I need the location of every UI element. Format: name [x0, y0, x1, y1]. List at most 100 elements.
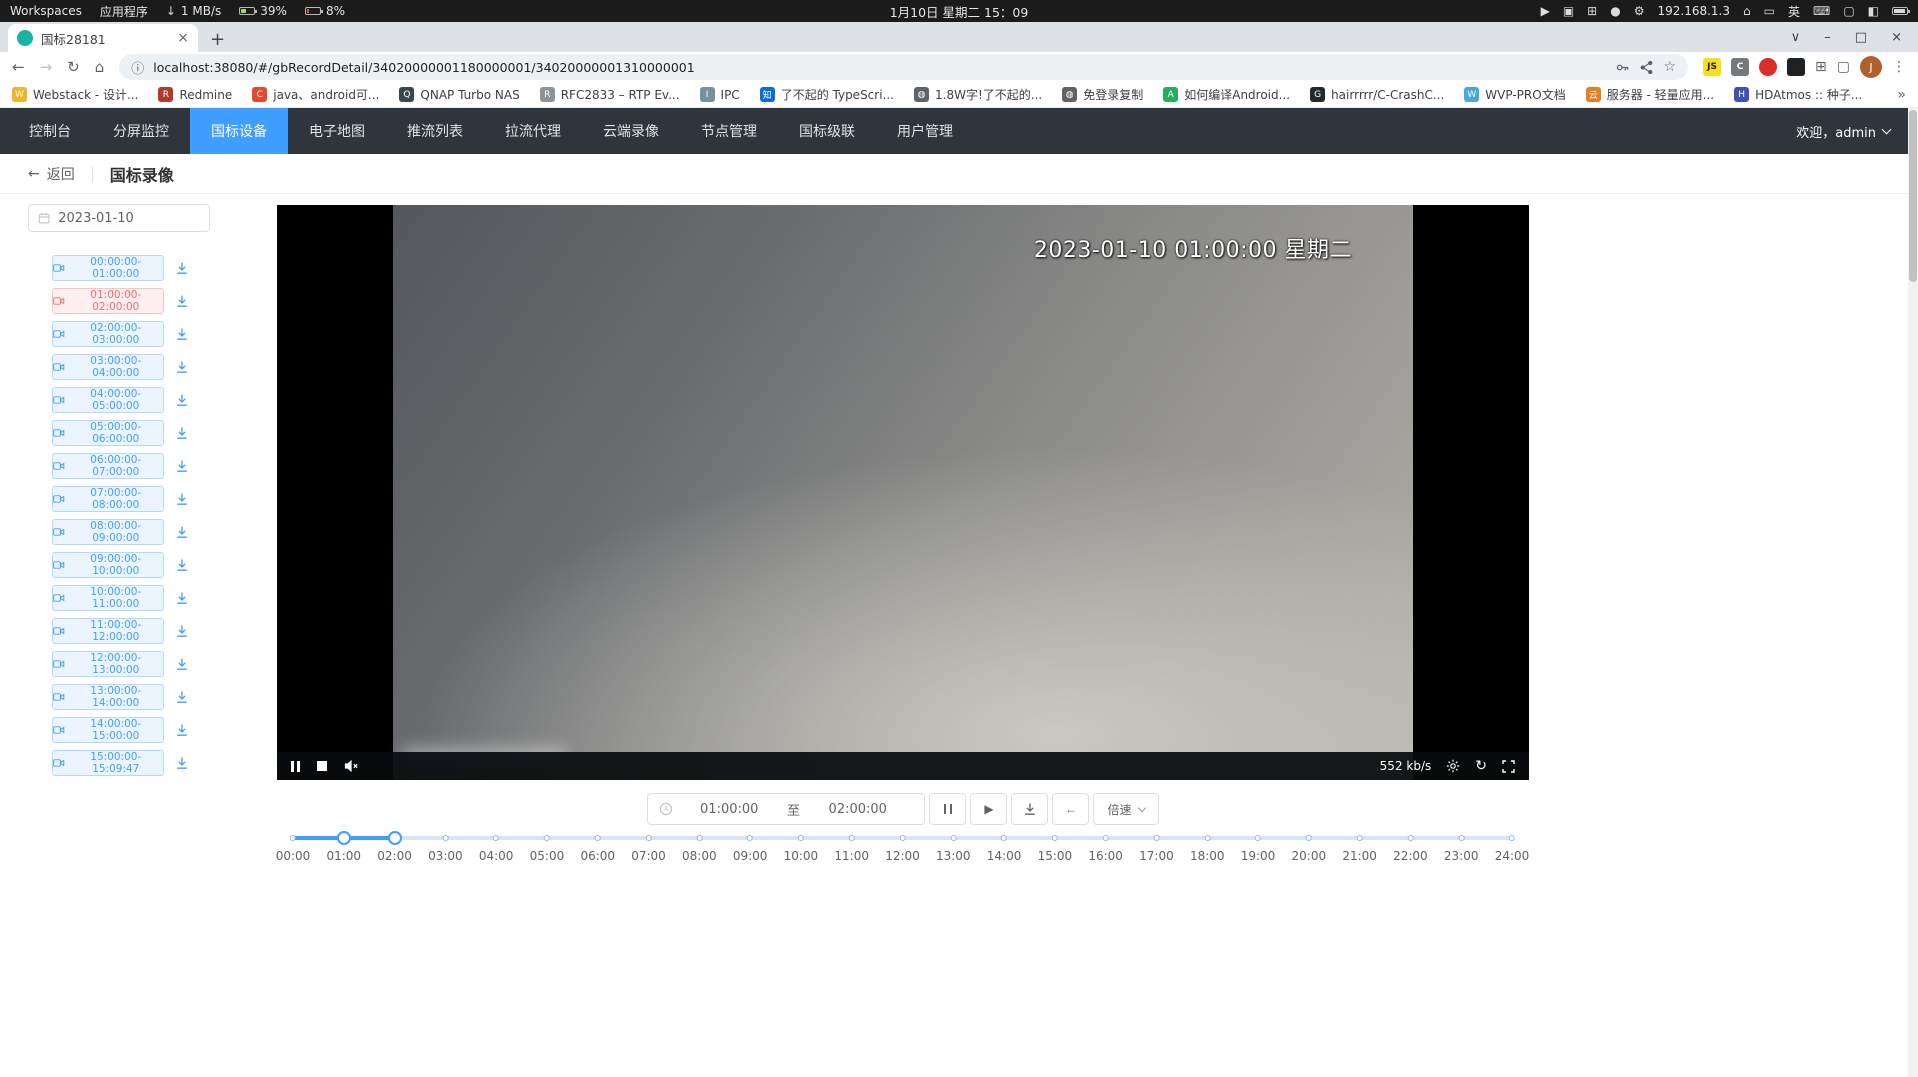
extensions-puzzle-icon[interactable]: ⊞: [1815, 59, 1827, 75]
bookmark-item[interactable]: ◍ 免登录复制: [1062, 86, 1143, 103]
extension-dark-icon[interactable]: [1787, 58, 1805, 76]
record-segment-button[interactable]: 02:00:00-03:00:00: [52, 321, 164, 347]
system-battery-icon[interactable]: [1892, 7, 1908, 15]
share-icon[interactable]: [1639, 60, 1654, 75]
timeline-tick[interactable]: 23:00: [1444, 830, 1479, 863]
record-segment-button[interactable]: 09:00:00-10:00:00: [52, 552, 164, 578]
nav-menu-item[interactable]: 用户管理: [876, 108, 974, 154]
timeline-tick[interactable]: 13:00: [936, 830, 971, 863]
timeline-tick[interactable]: 09:00: [733, 830, 768, 863]
player-pause-icon[interactable]: [291, 761, 300, 772]
timeline-tick[interactable]: 17:00: [1139, 830, 1174, 863]
segment-download-icon[interactable]: [175, 261, 189, 275]
browser-forward-button[interactable]: →: [40, 60, 53, 75]
player-refresh-icon[interactable]: ↻: [1475, 759, 1487, 773]
timeline-dot[interactable]: [493, 835, 499, 841]
bookmark-item[interactable]: Q QNAP Turbo NAS: [399, 87, 519, 102]
player-fullscreen-icon[interactable]: [1502, 760, 1515, 773]
play-button[interactable]: ▶: [970, 793, 1007, 825]
browser-back-button[interactable]: ←: [12, 60, 25, 75]
clipboard-tray-icon[interactable]: ⊞: [1587, 4, 1597, 18]
bookmark-item[interactable]: R Redmine: [158, 87, 232, 102]
timeline-dot[interactable]: [849, 835, 855, 841]
ip-address-indicator[interactable]: 192.168.1.3: [1657, 4, 1730, 18]
timeline-tick[interactable]: 04:00: [479, 830, 514, 863]
tools-tray-icon[interactable]: ⚙: [1634, 4, 1645, 18]
timeline-tick[interactable]: 21:00: [1342, 830, 1377, 863]
url-text[interactable]: localhost:38080/#/gbRecordDetail/3402000…: [153, 60, 1606, 75]
display-tray-icon[interactable]: ▢: [1843, 4, 1854, 18]
pause-button[interactable]: [929, 793, 966, 825]
input-language-indicator[interactable]: 英: [1788, 3, 1800, 20]
bookmark-item[interactable]: I IPC: [700, 87, 740, 102]
bookmark-item[interactable]: A 如何编译Android...: [1163, 86, 1290, 103]
timeline-tick[interactable]: 18:00: [1190, 830, 1225, 863]
profile-avatar[interactable]: J: [1860, 56, 1882, 78]
new-tab-button[interactable]: +: [210, 29, 225, 50]
player-settings-icon[interactable]: [1446, 759, 1460, 773]
nav-menu-item[interactable]: 国标设备: [190, 108, 288, 154]
segment-download-icon[interactable]: [175, 690, 189, 704]
nav-menu-item[interactable]: 控制台: [8, 108, 92, 154]
timeline-dot[interactable]: [798, 835, 804, 841]
notification-tray-icon[interactable]: ▭: [1764, 4, 1775, 18]
record-segment-button[interactable]: 11:00:00-12:00:00: [52, 618, 164, 644]
tab-search-chevron-icon[interactable]: ∨: [1791, 30, 1801, 45]
range-end-time[interactable]: 02:00:00: [802, 802, 914, 817]
segment-download-icon[interactable]: [175, 459, 189, 473]
timeline-dot[interactable]: [1509, 835, 1515, 841]
segment-download-icon[interactable]: [175, 294, 189, 308]
bookmark-item[interactable]: 云 服务器 - 轻量应用...: [1586, 86, 1714, 103]
record-segment-button[interactable]: 03:00:00-04:00:00: [52, 354, 164, 380]
screenshot-tray-icon[interactable]: ▣: [1563, 4, 1574, 18]
back-button[interactable]: ← 返回: [28, 164, 75, 184]
timeline-tick[interactable]: 20:00: [1292, 830, 1327, 863]
player-mute-icon[interactable]: [344, 759, 359, 773]
window-maximize-button[interactable]: □: [1855, 30, 1867, 45]
bookmark-item[interactable]: G hairrrrr/C-CrashC...: [1310, 87, 1444, 102]
window-close-button[interactable]: ×: [1891, 30, 1902, 45]
speed-dropdown[interactable]: 倍速: [1093, 793, 1158, 825]
record-segment-button[interactable]: 04:00:00-05:00:00: [52, 387, 164, 413]
segment-download-icon[interactable]: [175, 756, 189, 770]
address-bar[interactable]: ⓘ localhost:38080/#/gbRecordDetail/34020…: [119, 54, 1688, 80]
timeline-dot[interactable]: [747, 835, 753, 841]
segment-download-icon[interactable]: [175, 426, 189, 440]
timeline-tick[interactable]: 16:00: [1088, 830, 1123, 863]
record-segment-button[interactable]: 15:00:00-15:09:47: [52, 750, 164, 776]
time-range-picker[interactable]: 01:00:00 至 02:00:00: [647, 793, 925, 825]
step-back-button[interactable]: ←: [1052, 793, 1089, 825]
bookmark-item[interactable]: 知 了不起的 TypeScri...: [760, 86, 894, 103]
nav-menu-item[interactable]: 分屏监控: [92, 108, 190, 154]
timeline-tick[interactable]: 24:00: [1495, 830, 1530, 863]
timeline-dot[interactable]: [544, 835, 550, 841]
scrollbar-thumb[interactable]: [1909, 110, 1917, 282]
timeline-dot[interactable]: [1407, 835, 1413, 841]
browser-reload-button[interactable]: ↻: [67, 60, 80, 75]
extension-js-icon[interactable]: JS: [1703, 58, 1721, 76]
timeline-dot[interactable]: [900, 835, 906, 841]
timeline-dot[interactable]: [1001, 835, 1007, 841]
bookmark-item[interactable]: C java、android可...: [252, 86, 379, 103]
timeline-tick[interactable]: 11:00: [834, 830, 869, 863]
clock-menu[interactable]: 1月10日 星期二 15：09: [890, 2, 1029, 21]
timeline-dot[interactable]: [595, 835, 601, 841]
timeline-dot[interactable]: [442, 835, 448, 841]
segment-download-icon[interactable]: [175, 723, 189, 737]
tab-close-icon[interactable]: ×: [177, 31, 189, 45]
bookmark-item[interactable]: R RFC2833 – RTP Ev...: [540, 87, 680, 102]
bookmark-item[interactable]: W WVP-PRO文档: [1464, 86, 1565, 103]
record-segment-button[interactable]: 00:00:00-01:00:00: [52, 255, 164, 281]
timeline-tick[interactable]: 08:00: [682, 830, 717, 863]
record-segment-button[interactable]: 10:00:00-11:00:00: [52, 585, 164, 611]
date-picker[interactable]: [28, 204, 210, 232]
timeline-start-handle[interactable]: [337, 831, 351, 845]
record-segment-button[interactable]: 01:00:00-02:00:00: [52, 288, 164, 314]
timeline-end-handle[interactable]: [388, 831, 402, 845]
timeline-dot[interactable]: [1306, 835, 1312, 841]
timeline-tick[interactable]: 05:00: [530, 830, 565, 863]
volume-tray-icon[interactable]: ◧: [1868, 4, 1879, 18]
browser-tab[interactable]: 国标28181 ×: [8, 24, 198, 52]
nav-menu-item[interactable]: 国标级联: [778, 108, 876, 154]
timeline-slider[interactable]: 00:00 01:00 02:00 03:00: [293, 830, 1512, 878]
